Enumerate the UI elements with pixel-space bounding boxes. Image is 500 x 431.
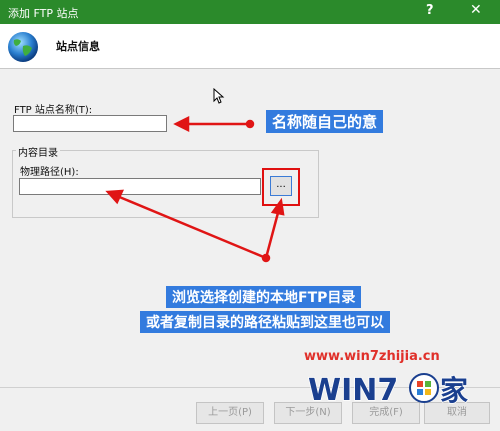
prev-button[interactable]: 上一页(P) — [196, 402, 264, 424]
svg-text:WIN7: WIN7 — [308, 373, 398, 408]
annotation-browse-line1: 浏览选择创建的本地FTP目录 — [166, 286, 362, 308]
win7-logo: WIN7 家 — [307, 372, 469, 409]
svg-text:家: 家 — [440, 374, 468, 407]
annotation-name-note: 名称随自己的意 — [266, 110, 384, 133]
watermark-url: www.win7zhijia.cn — [304, 349, 440, 364]
annotation-browse-line2: 或者复制目录的路径粘贴到这里也可以 — [140, 311, 390, 333]
